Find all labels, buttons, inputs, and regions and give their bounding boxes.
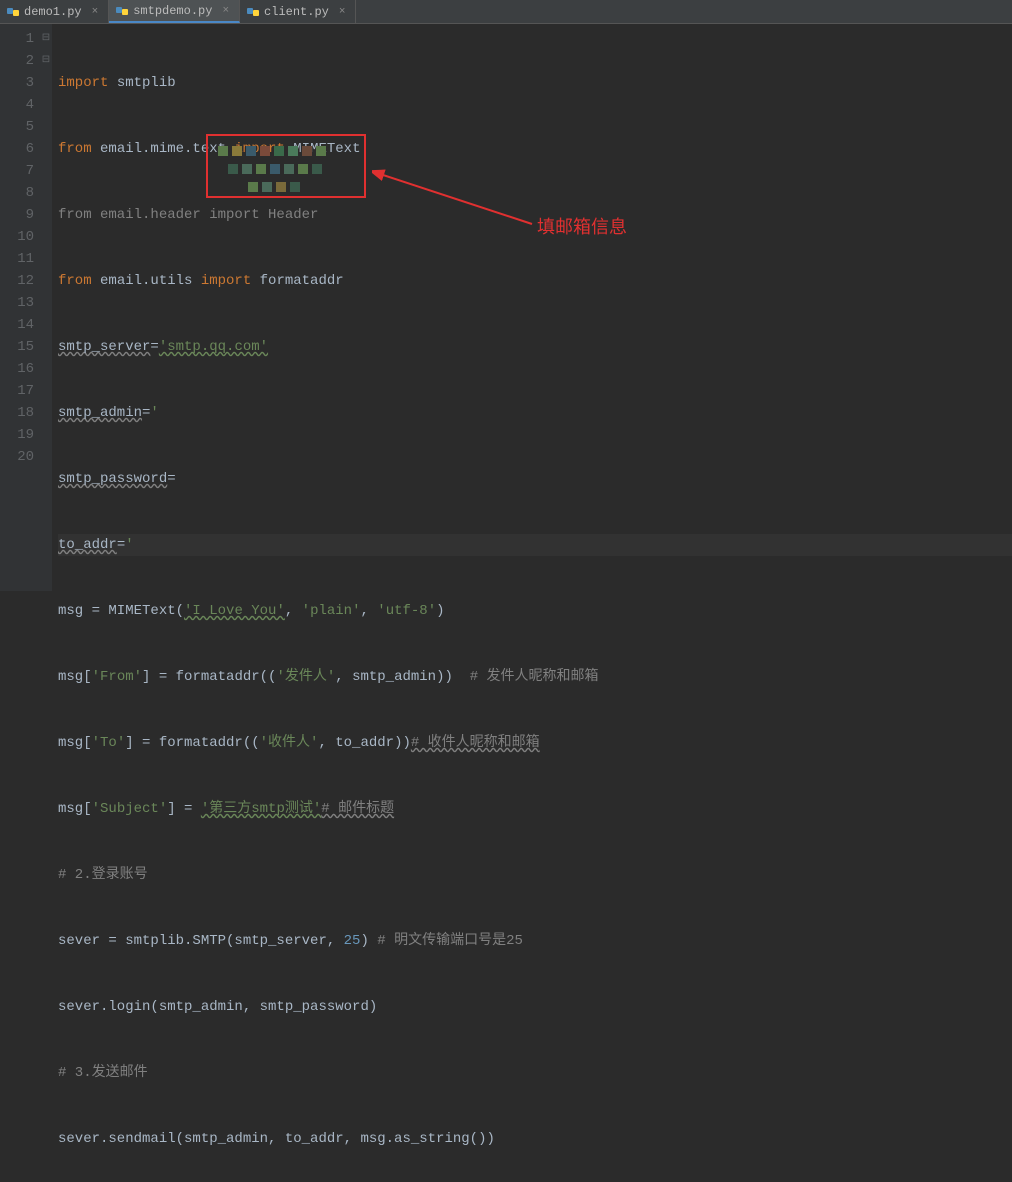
redaction-pixels (218, 146, 326, 156)
code-line: msg['Subject'] = '第三方smtp测试'# 邮件标题 (58, 798, 1012, 820)
python-icon (6, 5, 20, 19)
code-line: smtp_server='smtp.qq.com' (58, 336, 1012, 358)
code-line: sever = smtplib.SMTP(smtp_server, 25) # … (58, 930, 1012, 952)
code-line: msg['To'] = formataddr(('收件人', to_addr))… (58, 732, 1012, 754)
python-icon (115, 4, 129, 18)
code-line: # 2.登录账号 (58, 864, 1012, 886)
fold-icon[interactable]: ⊟ (40, 28, 52, 50)
code-line: import smtplib (58, 72, 1012, 94)
line-number: 3 (0, 72, 34, 94)
code-line: # 3.发送邮件 (58, 1062, 1012, 1084)
code-line: smtp_password= (58, 468, 1012, 490)
close-icon[interactable]: × (222, 5, 229, 17)
line-number: 20 (0, 446, 34, 468)
code-area[interactable]: import smtplib from email.mime.text impo… (52, 24, 1012, 591)
line-number: 2 (0, 50, 34, 72)
code-line: from email.header import Header (58, 204, 1012, 226)
close-icon[interactable]: × (339, 6, 346, 18)
editor-area: 1 2 3 4 5 6 7 8 9 10 11 12 13 14 15 16 1… (0, 24, 1012, 591)
line-number-gutter: 1 2 3 4 5 6 7 8 9 10 11 12 13 14 15 16 1… (0, 24, 40, 591)
line-number: 16 (0, 358, 34, 380)
line-number: 12 (0, 270, 34, 292)
tab-label: demo1.py (24, 5, 82, 19)
line-number: 13 (0, 292, 34, 314)
line-number: 14 (0, 314, 34, 336)
tab-label: client.py (264, 5, 329, 19)
python-icon (246, 5, 260, 19)
redaction-pixels (228, 164, 322, 174)
line-number: 15 (0, 336, 34, 358)
line-number: 10 (0, 226, 34, 248)
code-line: to_addr=' (58, 534, 1012, 556)
code-line: smtp_admin=' (58, 402, 1012, 424)
code-line: msg = MIMEText('I Love You', 'plain', 'u… (58, 600, 1012, 622)
tab-demo1[interactable]: demo1.py × (0, 0, 109, 23)
line-number: 4 (0, 94, 34, 116)
fold-icon[interactable]: ⊟ (40, 50, 52, 72)
code-line: sever.sendmail(smtp_admin, to_addr, msg.… (58, 1128, 1012, 1150)
tab-label: smtpdemo.py (133, 4, 212, 18)
fold-gutter: ⊟ ⊟ (40, 24, 52, 591)
tab-client[interactable]: client.py × (240, 0, 356, 23)
line-number: 11 (0, 248, 34, 270)
line-number: 8 (0, 182, 34, 204)
code-line: from email.utils import formataddr (58, 270, 1012, 292)
editor-tabs: demo1.py × smtpdemo.py × client.py × (0, 0, 1012, 24)
code-line: from email.mime.text import MIMEText (58, 138, 1012, 160)
line-number: 17 (0, 380, 34, 402)
line-number: 7 (0, 160, 34, 182)
tab-smtpdemo[interactable]: smtpdemo.py × (109, 0, 240, 23)
line-number: 6 (0, 138, 34, 160)
line-number: 5 (0, 116, 34, 138)
redaction-pixels (248, 182, 300, 192)
code-line: msg['From'] = formataddr(('发件人', smtp_ad… (58, 666, 1012, 688)
line-number: 1 (0, 28, 34, 50)
close-icon[interactable]: × (92, 6, 99, 18)
line-number: 19 (0, 424, 34, 446)
code-line: sever.login(smtp_admin, smtp_password) (58, 996, 1012, 1018)
line-number: 18 (0, 402, 34, 424)
line-number: 9 (0, 204, 34, 226)
